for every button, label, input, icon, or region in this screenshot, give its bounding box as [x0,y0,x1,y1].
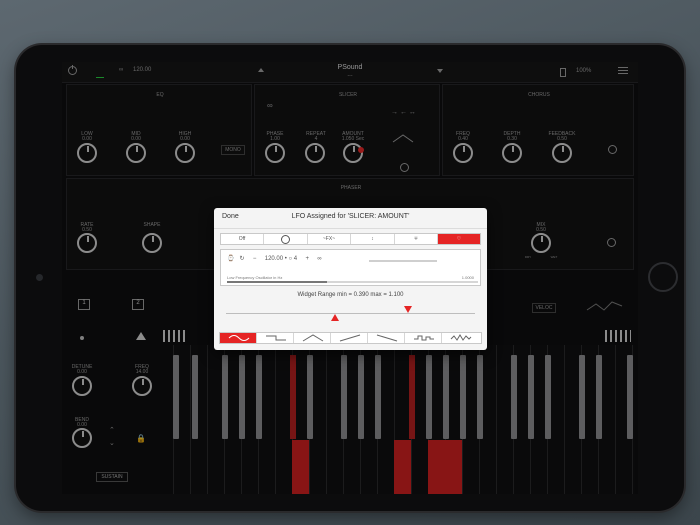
mode-split[interactable]: ∓ [395,234,438,244]
range-max-handle[interactable] [404,306,412,313]
mode-fx[interactable]: ~FX~ [308,234,351,244]
lfo-value: 1.0000 [461,275,474,280]
saw-down-icon [376,334,398,342]
lfo-rate-slider[interactable] [227,281,478,283]
loop-icon[interactable]: ↻ [240,256,245,262]
depth-bar[interactable] [369,260,437,262]
square-wave-icon [266,335,286,341]
lfo-settings-box: ⌚ ↻ − 120.00 • ○ 4 + ∞ Low Frequency Osc… [220,249,481,286]
random-wave-icon [414,335,434,341]
wave-square[interactable] [257,333,294,343]
done-button[interactable]: Done [222,213,239,220]
tablet-frame: ∞ 120.00 PSound --- 100% EQ LOW 0.00 MID… [16,45,684,511]
sync-icon: ↕ [371,236,374,242]
waveform-selector [219,332,482,344]
lfo-dialog: Done LFO Assigned for 'SLICER: AMOUNT' O… [214,208,487,350]
camera [36,274,43,281]
range-track[interactable] [226,313,475,314]
timer-icon[interactable]: ⌚ [227,256,234,262]
mode-clock[interactable] [264,234,308,244]
mode-heart[interactable]: ♡ [438,234,480,244]
mode-off[interactable]: Off [221,234,264,244]
minus-button[interactable]: − [253,256,257,262]
app-screen: ∞ 120.00 PSound --- 100% EQ LOW 0.00 MID… [62,62,638,494]
heart-icon: ♡ [456,236,462,242]
wave-noise[interactable] [442,333,481,343]
wave-sine[interactable] [220,333,257,343]
dialog-header: Done LFO Assigned for 'SLICER: AMOUNT' [214,208,487,229]
wave-random[interactable] [405,333,442,343]
tempo-row: ⌚ ↻ − 120.00 • ○ 4 + ∞ [227,255,322,262]
wave-saw-down[interactable] [368,333,405,343]
mode-sync[interactable]: ↕ [351,234,395,244]
widget-range-text: Widget Range min = 0.390 max = 1.100 [297,292,404,298]
range-min-handle[interactable] [331,314,339,321]
clock-icon [281,235,290,244]
dialog-title: LFO Assigned for 'SLICER: AMOUNT' [291,213,410,220]
wave-saw-up[interactable] [331,333,368,343]
lfo-label: Low Frequency Oscillator in Hz [227,275,283,280]
wave-triangle[interactable] [294,333,331,343]
link-icon[interactable]: ∞ [317,256,321,262]
noise-wave-icon [450,334,472,341]
sine-wave-icon [228,335,250,341]
tempo-value[interactable]: 120.00 • ○ 4 [265,256,297,262]
split-icon: ∓ [413,236,419,242]
triangle-wave-icon [302,334,324,342]
saw-up-icon [339,334,361,342]
lfo-mode-segmented: Off ~FX~ ↕ ∓ ♡ [220,233,481,245]
home-button[interactable] [648,262,678,292]
plus-button[interactable]: + [306,256,310,262]
